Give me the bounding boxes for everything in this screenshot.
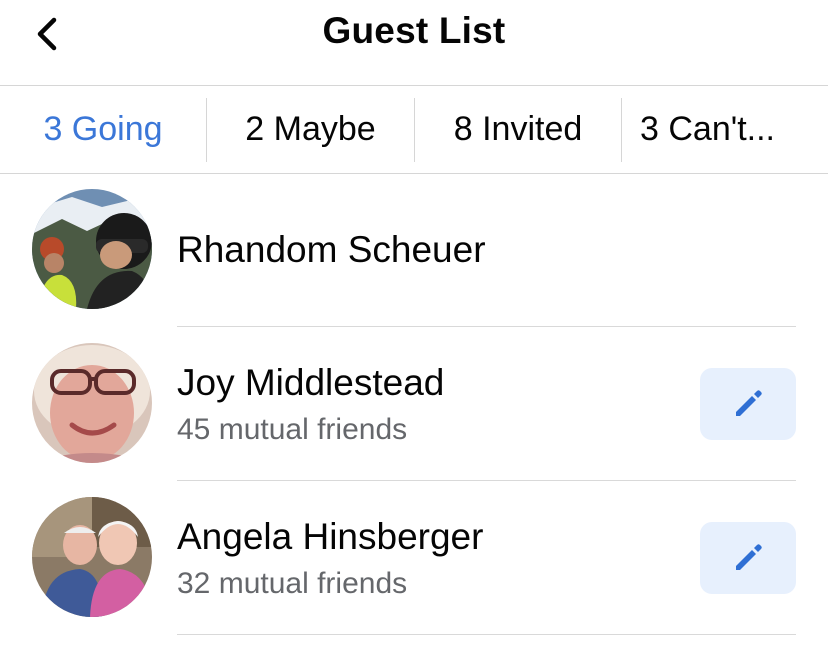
- guest-row[interactable]: Angela Hinsberger 32 mutual friends: [0, 481, 828, 635]
- edit-button[interactable]: [700, 368, 796, 440]
- guest-name[interactable]: Angela Hinsberger: [177, 516, 483, 558]
- edit-button[interactable]: [700, 522, 796, 594]
- pencil-icon: [736, 390, 762, 416]
- mutual-friends-count: 32 mutual friends: [177, 567, 408, 600]
- guest-name[interactable]: Joy Middlestead: [177, 362, 444, 404]
- mutual-friends-count: 45 mutual friends: [177, 413, 408, 446]
- tab-maybe[interactable]: 2 Maybe: [207, 98, 414, 162]
- guest-row[interactable]: Rhandom Scheuer: [0, 173, 828, 327]
- tab-cant-go[interactable]: 3 Can't...: [622, 98, 828, 162]
- avatar[interactable]: [32, 497, 152, 617]
- row-divider: [177, 634, 796, 635]
- page-title: Guest List: [322, 10, 506, 51]
- guest-name[interactable]: Rhandom Scheuer: [177, 229, 486, 271]
- avatar[interactable]: [32, 343, 152, 463]
- guest-row[interactable]: Joy Middlestead 45 mutual friends: [0, 327, 828, 481]
- guest-status-tabs: 3 Going 2 Maybe 8 Invited 3 Can't...: [0, 86, 828, 174]
- tab-going[interactable]: 3 Going: [0, 98, 206, 162]
- header: Guest List: [0, 0, 828, 86]
- tab-invited[interactable]: 8 Invited: [415, 98, 621, 162]
- avatar[interactable]: [32, 189, 152, 309]
- pencil-icon: [736, 544, 762, 570]
